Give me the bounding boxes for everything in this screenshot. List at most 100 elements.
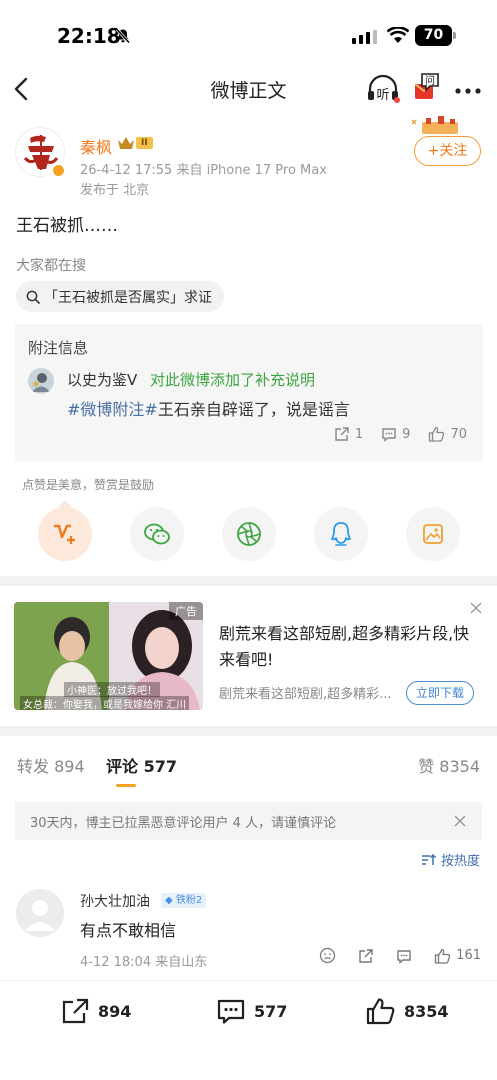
ad-title[interactable]: 剧荒来看这部短剧,超多精彩片段,快来看吧! [219, 621, 479, 673]
annotator-name[interactable]: 以史为鉴Ⅴ [67, 369, 137, 390]
ad-label: 广告 [169, 602, 203, 620]
qq-penguin-icon [331, 522, 351, 546]
wechat-icon [144, 523, 170, 545]
reward-button[interactable] [38, 507, 92, 561]
question-envelope-icon: 问 [414, 73, 439, 99]
more-options-button[interactable] [455, 80, 481, 99]
member-level: II [136, 137, 153, 149]
comment-like-button[interactable]: 161 [434, 948, 481, 964]
annotation-stats: 1 9 70 [316, 426, 467, 442]
annotation-action: 对此微博添加了补充说明 [150, 371, 316, 389]
comment-share-button[interactable] [358, 948, 374, 964]
ask-label: 问 [425, 74, 435, 87]
bell-slash-icon [115, 28, 131, 44]
thumbs-up-icon [435, 948, 451, 964]
sort-by-hot-button[interactable]: 按热度 [421, 850, 480, 869]
avatar-image-icon [28, 368, 54, 394]
share-icon [359, 948, 373, 963]
comment-button[interactable]: 577 [216, 997, 287, 1025]
listen-button[interactable]: 听 [366, 74, 400, 108]
camera-aperture-icon [237, 522, 261, 546]
headphone-icon: 听 [368, 74, 400, 103]
share-qq-button[interactable] [314, 507, 368, 561]
annotator-avatar[interactable] [28, 368, 54, 394]
ad-image[interactable]: 广告 小神医：放过我吧！ 女总裁：你娶我，或是我嫁给你 汇川 [14, 602, 203, 710]
annotation-comment-button[interactable]: 9 [381, 426, 410, 442]
status-time: 22:18 [57, 24, 121, 48]
wifi-icon [387, 27, 409, 43]
comment-icon [217, 999, 245, 1024]
like-button[interactable]: 8354 [366, 997, 449, 1025]
battery-cap [453, 32, 456, 39]
trending-search-text: 「王石被抓是否属实」求证 [44, 289, 212, 306]
fan-badge-label: 铁粉2 [175, 895, 203, 906]
share-moments-button[interactable] [222, 507, 276, 561]
ad-subtitle-2: 女总裁：你娶我，或是我嫁给你 汇川 [20, 696, 190, 710]
post-text: 王石被抓…… [16, 216, 118, 236]
save-image-button[interactable] [406, 507, 460, 561]
commenter-name[interactable]: 孙大壮加油 [80, 891, 150, 911]
post-meta: 26-4-12 17:55 来自 iPhone 17 Pro Max [80, 163, 327, 178]
close-icon [454, 815, 466, 827]
comment-text: 有点不敢相信 [80, 921, 177, 940]
ask-button[interactable]: 问 [412, 72, 442, 106]
crown-icon [118, 137, 134, 149]
tab-comments[interactable]: 评论 577 [106, 753, 177, 777]
diamond-icon: ◆ [165, 895, 173, 906]
more-dots-icon [455, 88, 481, 94]
sort-icon [421, 853, 437, 865]
ad-close-button[interactable] [469, 600, 483, 619]
ad-subtitle-1: 小神医：放过我吧！ [64, 682, 160, 697]
notice-close-button[interactable] [453, 813, 467, 832]
follow-button[interactable]: +关注 [414, 136, 481, 166]
annotation-comment-count: 9 [402, 426, 411, 442]
bottom-action-bar: 894 577 8354 [0, 980, 497, 1042]
section-divider [0, 576, 497, 586]
annotation-like-count: 70 [450, 426, 467, 442]
thumbs-up-icon [366, 998, 395, 1025]
annotation-hashtag[interactable]: #微博附注# [67, 400, 158, 419]
comment-like-count: 161 [456, 948, 481, 963]
comment-actions: 161 [297, 947, 481, 964]
sad-face-icon [320, 947, 336, 964]
share-wechat-button[interactable] [130, 507, 184, 561]
comment-icon [397, 949, 411, 964]
tab-reposts[interactable]: 转发 894 [17, 753, 85, 777]
comment-icon [382, 428, 396, 442]
like-count: 8354 [404, 1001, 449, 1021]
annotation-like-button[interactable]: 70 [428, 426, 467, 442]
image-download-icon [423, 524, 443, 544]
share-icon [62, 998, 89, 1024]
search-icon [26, 290, 40, 304]
battery-indicator: 70 [415, 25, 452, 46]
repost-button[interactable]: 894 [60, 997, 131, 1025]
author-name[interactable]: 秦枫 [80, 134, 112, 158]
verified-badge [51, 163, 66, 178]
annotation-share-button[interactable]: 1 [334, 426, 363, 442]
annotation-title: 附注信息 [28, 339, 89, 357]
reward-v-icon [54, 524, 75, 544]
ad-download-button[interactable]: 立即下载 [406, 681, 474, 705]
close-icon [470, 602, 482, 614]
member-badge[interactable]: II [117, 135, 153, 151]
comment-reply-button[interactable] [396, 948, 412, 964]
reward-caption: 点赞是美意，赞赏是鼓励 [22, 478, 155, 492]
thumbs-up-icon [429, 426, 445, 442]
annotation-share-count: 1 [354, 426, 364, 442]
commenter-avatar[interactable] [16, 889, 64, 937]
comment-emoji-button[interactable] [319, 947, 336, 964]
repost-count: 894 [98, 1001, 132, 1021]
trending-search-chip[interactable]: 「王石被抓是否属实」求证 [16, 281, 224, 312]
annotation-body: 王石亲自辟谣了，说是谣言 [157, 400, 350, 419]
share-icon [335, 427, 349, 441]
active-tab-indicator [116, 784, 136, 787]
section-divider [0, 726, 497, 736]
fan-badge: ◆ 铁粉2 [161, 893, 207, 908]
comment-notice: 30天内，博主已拉黑恶意评论用户 4 人，请谨慎评论 [15, 802, 482, 840]
reward-row [38, 507, 460, 563]
tab-likes[interactable]: 赞 8354 [418, 753, 480, 777]
comment-count: 577 [254, 1001, 288, 1021]
listen-label: 听 [376, 88, 389, 103]
trending-label: 大家都在搜 [16, 258, 86, 274]
ad-description: 剧荒来看这部短剧,超多精彩... [219, 687, 392, 702]
